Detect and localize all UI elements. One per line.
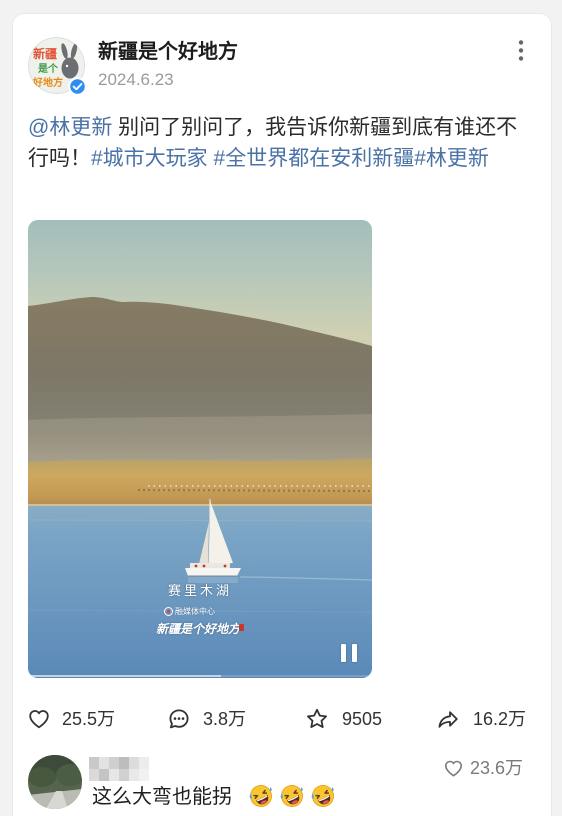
avatar-logo-line-2: 是个 [37,62,59,75]
red-seal-stamp [239,624,244,631]
hashtag-link[interactable]: #林更新 [414,147,489,170]
heart-outline-icon[interactable] [27,707,51,731]
commenter-avatar-photo [28,755,82,809]
share-count: 16.2万 [473,709,527,729]
laughing-emoji-icon [310,783,336,809]
hashtag-link[interactable]: #城市大玩家 [91,147,208,170]
pause-icon[interactable] [340,644,358,662]
video-progress-bar[interactable] [28,675,372,677]
comment-text: 这么大弯也能拐 [92,786,232,808]
watermark-org: 融媒体中心 [175,607,215,616]
comment-heart-outline-icon[interactable] [443,758,464,779]
star-outline-icon[interactable] [305,707,329,731]
laughing-emoji-icon [248,783,274,809]
post-date: 2024.6.23 [98,70,174,89]
more-vertical-icon[interactable] [512,38,530,64]
post-content: @林更新 别问了别问了，我告诉你新疆到底有谁还不行吗！#城市大玩家 #全世界都在… [28,112,520,174]
video-location-caption: 赛里木湖 [167,583,232,598]
like-count: 25.5万 [62,709,116,729]
mention-link[interactable]: @林更新 [28,116,112,139]
commenter-name-blurred[interactable] [89,757,149,781]
video-progress-fill [28,675,221,677]
comment-count: 3.8万 [203,709,247,729]
author-name[interactable]: 新疆是个好地方 [98,40,238,64]
media-center-logo-icon [164,607,173,616]
grassland-shore [28,458,372,507]
watermark-title: 新疆是个好地方 [156,622,241,636]
avatar-logo-line-1: 新疆 [33,46,57,61]
commenter-avatar[interactable] [28,755,82,809]
laughing-emoji-icon [279,783,305,809]
comment-bubble-icon[interactable] [167,707,191,731]
verified-check-icon [68,77,87,96]
share-arrow-icon[interactable] [436,707,460,731]
favorite-count: 9505 [342,709,383,729]
hashtag-link[interactable]: #全世界都在安利新疆 [214,147,415,170]
comment-like-count: 23.6万 [470,758,524,778]
